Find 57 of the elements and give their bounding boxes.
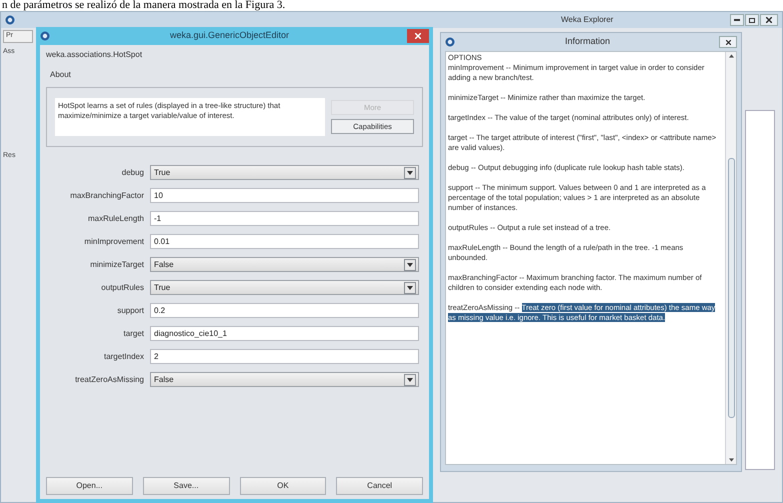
info-title: Information [565,35,610,48]
maximize-button[interactable] [745,14,759,26]
property-label: target [122,328,144,340]
scroll-up-icon [728,54,734,58]
dialog-button[interactable]: OK [240,477,326,495]
dropdown-field[interactable]: False [150,257,419,272]
dialog-button[interactable]: Open... [46,477,133,495]
property-label: support [116,304,144,316]
section-heading: About [50,69,72,81]
app-icon [40,31,50,41]
property-label: debug [120,166,144,178]
caret-icon [407,262,413,266]
dialog-button[interactable]: Cancel [336,477,423,495]
dialog-title: weka.gui.GenericObjectEditor [170,29,290,42]
property-label: outputRules [100,282,144,294]
dropdown-arrow-button[interactable] [404,374,416,386]
close-button[interactable] [407,29,429,43]
dropdown-value: False [154,374,174,386]
window-title: Weka Explorer [561,14,614,26]
close-button[interactable] [719,36,737,48]
dropdown-arrow-button[interactable] [404,166,416,178]
input-field[interactable]: 2 [150,349,419,364]
scrollbar[interactable] [725,52,736,464]
property-label: maxBranchingFactor [69,190,144,202]
caption-text: n de parámetros se realizó de la manera mostrada en la Figura 3. [1,0,286,11]
scroll-down-icon [728,458,734,462]
input-field[interactable]: 0.01 [150,234,419,249]
class-name: weka.associations.HotSpot [46,49,144,61]
app-icon [445,37,455,47]
dialog-button[interactable]: Save... [142,477,230,495]
property-label: treatZeroAsMissing [74,374,144,386]
minimize-button[interactable] [730,14,744,26]
property-label: targetIndex [102,350,144,362]
caret-icon [407,286,413,290]
dropdown-arrow-button[interactable] [404,282,416,294]
property-label: minimizeTarget [89,258,144,270]
dropdown-value: True [154,166,170,178]
dropdown-value: False [154,258,174,270]
caret-icon [407,170,413,174]
close-icon [415,33,421,39]
dropdown-field[interactable]: False [150,372,419,387]
close-icon [766,17,772,23]
app-icon [5,15,15,25]
dropdown-field[interactable]: True [150,165,419,180]
input-field[interactable]: -1 [150,211,419,226]
scrollbar-thumb[interactable] [728,158,734,418]
dropdown-value: True [154,282,170,294]
caret-icon [407,378,413,382]
input-field[interactable]: diagnostico_cie10_1 [150,326,419,341]
dropdown-field[interactable]: True [150,280,419,295]
property-label: minImprovement [83,236,144,248]
input-field[interactable]: 10 [150,188,419,203]
dropdown-arrow-button[interactable] [404,258,416,270]
input-field[interactable]: 0.2 [150,303,419,318]
close-icon [726,40,730,44]
close-button[interactable] [760,14,778,26]
property-label: maxRuleLength [86,212,144,224]
